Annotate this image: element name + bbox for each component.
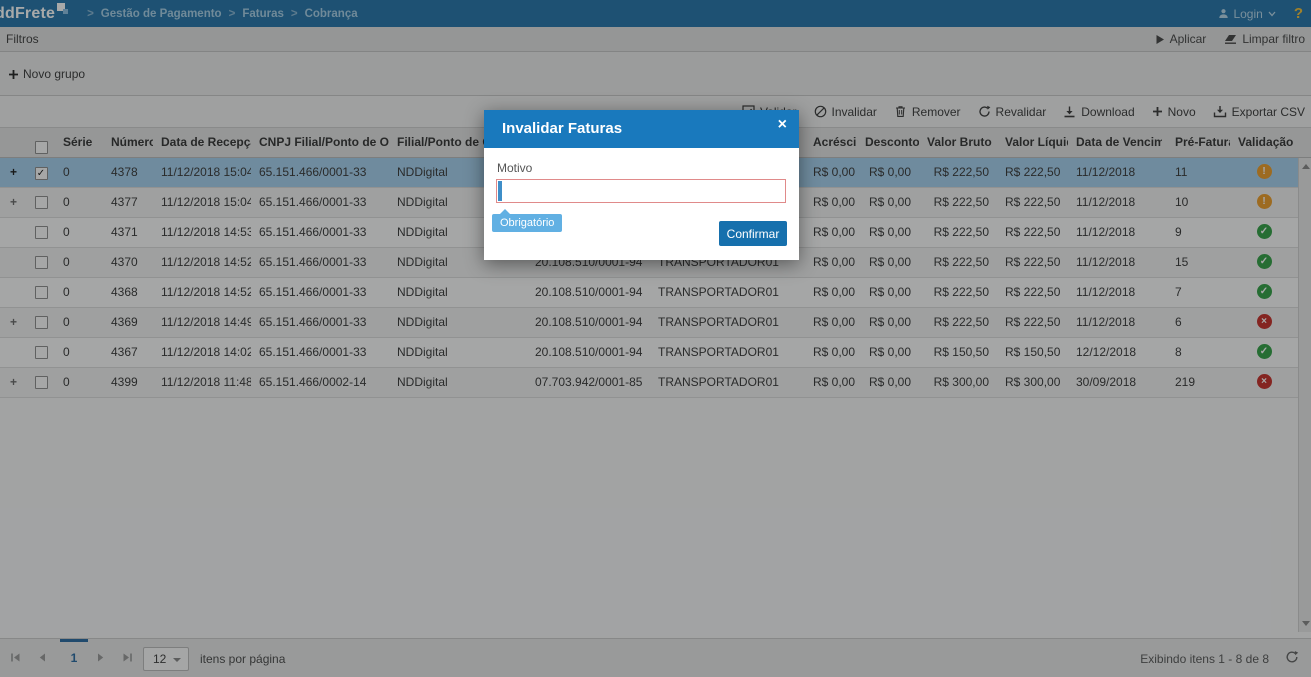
modal-header: Invalidar Faturas × [484, 110, 799, 148]
motivo-input[interactable] [503, 180, 783, 202]
motivo-label: Motivo [497, 161, 533, 175]
motivo-input-wrap [496, 179, 786, 203]
close-icon[interactable]: × [778, 117, 787, 133]
text-caret [498, 181, 502, 201]
modal-backdrop [0, 0, 1311, 677]
modal-body: Motivo Obrigatório Confirmar [484, 148, 799, 260]
confirm-button[interactable]: Confirmar [719, 221, 787, 246]
app-window: ddFrete > Gestão de Pagamento > Faturas … [0, 0, 1311, 677]
required-tooltip: Obrigatório [492, 209, 563, 232]
invalidate-invoices-modal: Invalidar Faturas × Motivo Obrigatório C… [484, 110, 799, 260]
modal-title: Invalidar Faturas [502, 120, 623, 137]
